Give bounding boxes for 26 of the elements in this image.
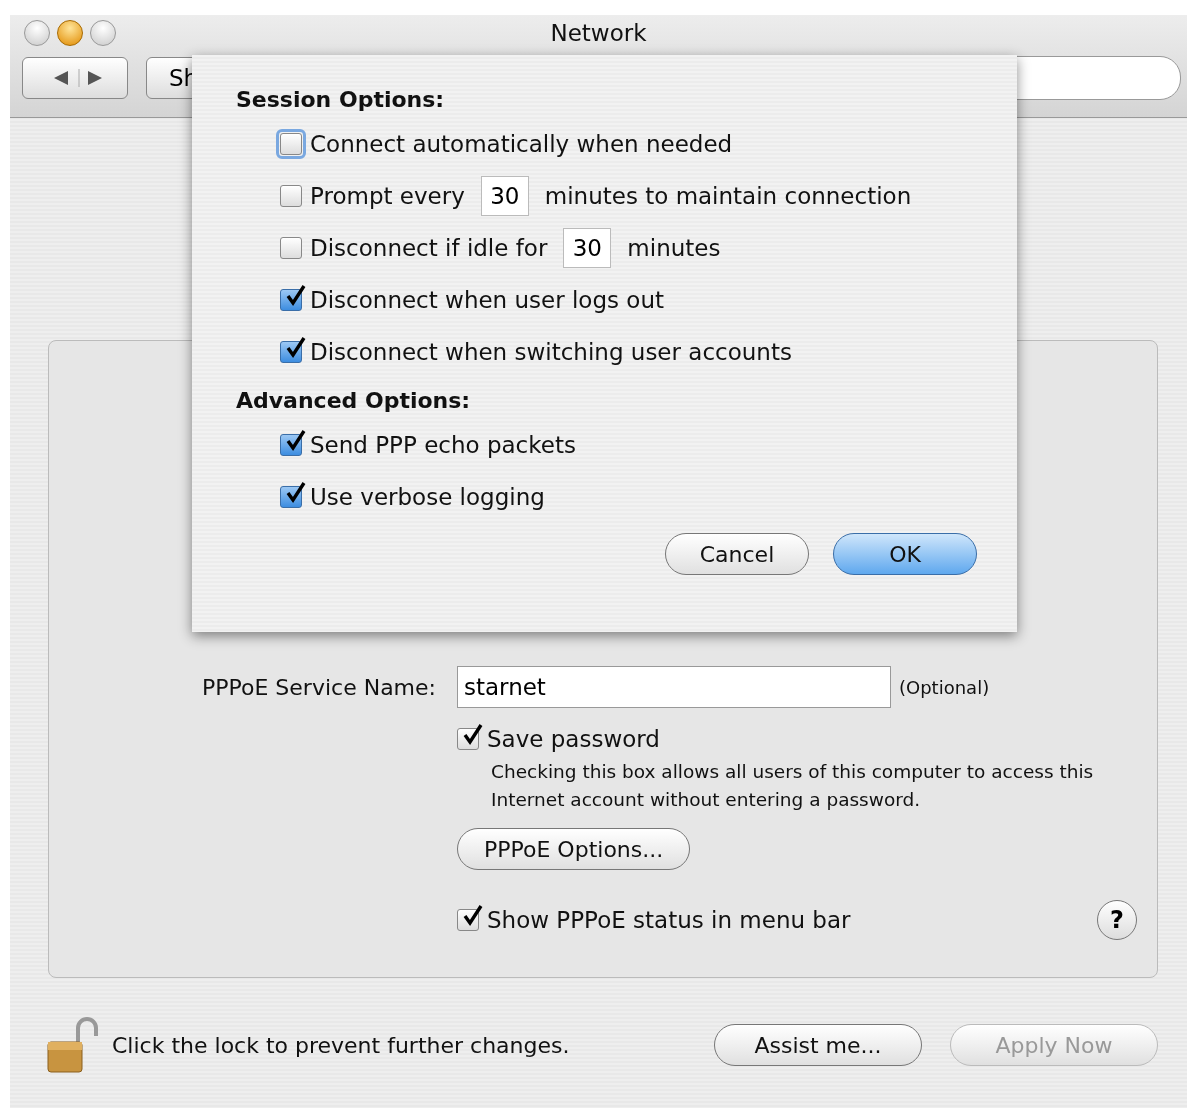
help-button[interactable]: ?: [1097, 900, 1137, 940]
option-label: Use verbose logging: [310, 484, 545, 510]
save-password-label: Save password: [487, 726, 660, 752]
option-label: minutes to maintain connection: [544, 183, 912, 209]
option-label: Disconnect if idle for: [310, 235, 548, 261]
optional-hint: (Optional): [899, 676, 990, 698]
lock-message: Click the lock to prevent further changes.: [112, 1032, 570, 1058]
minutes-field[interactable]: 30: [563, 228, 612, 268]
option-label: Send PPP echo packets: [310, 432, 576, 458]
window-title: Network: [550, 20, 647, 46]
option-label: Connect automatically when needed: [310, 131, 733, 157]
service-name-label: PPPoE Service Name:: [201, 674, 436, 700]
option-label: Disconnect when user logs out: [310, 287, 664, 313]
service-name-field[interactable]: starnet: [457, 666, 891, 708]
footer-button[interactable]: Assist me...: [714, 1024, 922, 1066]
option-label: Prompt every: [310, 183, 465, 209]
dialog-button[interactable]: Cancel: [665, 533, 809, 575]
section-heading: Session Options:: [236, 87, 446, 112]
section-heading: Advanced Options:: [236, 388, 472, 413]
option-label: Disconnect when switching user accounts: [310, 339, 792, 365]
status-menu-label: Show PPPoE status in menu bar: [487, 907, 851, 933]
save-password-note: Checking this box allows all users of this computer to access this Internet account without entering a password.: [491, 760, 1095, 812]
minutes-field[interactable]: 30: [480, 176, 529, 216]
option-label: minutes: [627, 235, 721, 261]
pppoe-options-button[interactable]: PPPoE Options...: [457, 828, 691, 870]
dialog-button[interactable]: OK: [833, 533, 977, 575]
